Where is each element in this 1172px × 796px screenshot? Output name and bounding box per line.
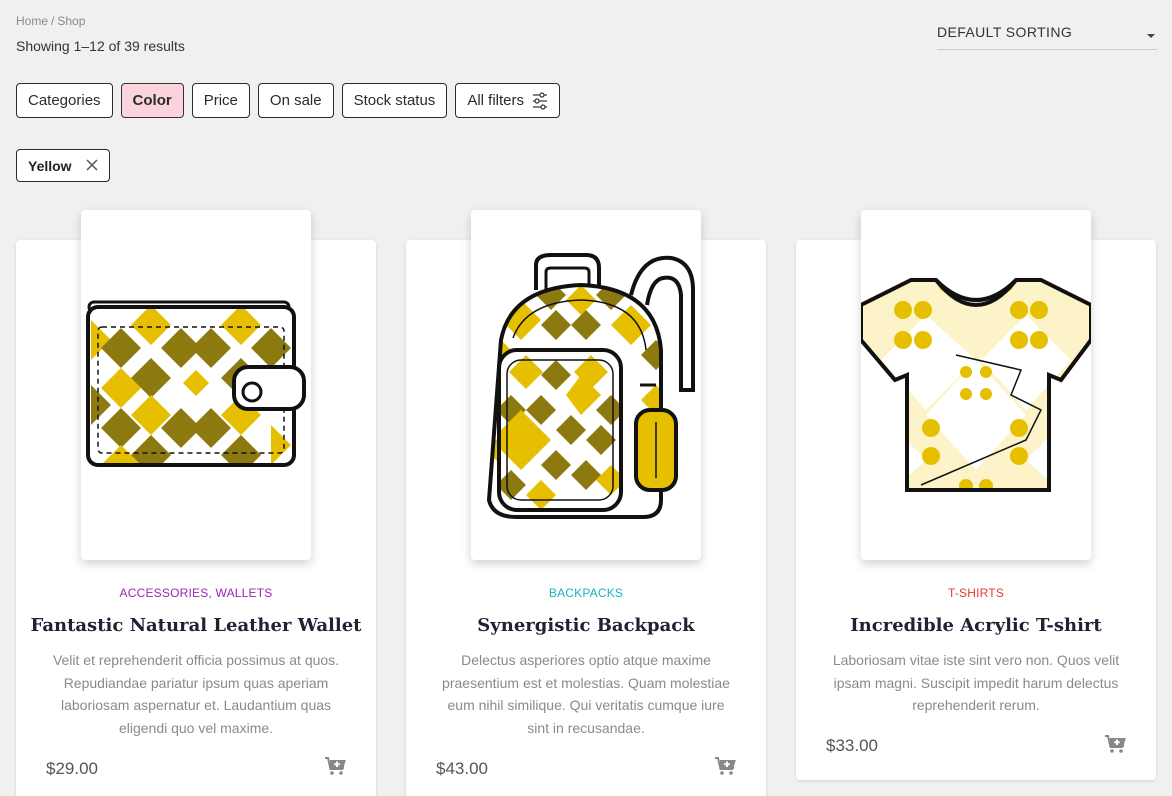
filter-label: Price bbox=[203, 92, 238, 109]
filter-color-button[interactable]: Color bbox=[120, 83, 184, 118]
filter-bar: Categories Color Price On sale Stock sta… bbox=[16, 83, 560, 118]
add-to-cart-icon[interactable] bbox=[324, 756, 346, 776]
add-to-cart-icon[interactable] bbox=[714, 756, 736, 776]
sorting-selected-value: DEFAULT SORTING bbox=[937, 24, 1073, 40]
sliders-icon bbox=[533, 91, 547, 110]
chevron-down-icon bbox=[1147, 34, 1155, 38]
filter-label: All filters bbox=[467, 92, 524, 109]
tshirt-image[interactable] bbox=[861, 210, 1091, 560]
breadcrumb-current: Shop bbox=[57, 14, 86, 28]
product-description: Laboriosam vitae iste sint vero non. Quo… bbox=[832, 652, 1120, 713]
active-filter-chip: Yellow bbox=[16, 149, 110, 182]
breadcrumb-separator: / bbox=[51, 14, 55, 28]
filter-stock-status-button[interactable]: Stock status bbox=[341, 83, 448, 118]
filter-label: Color bbox=[132, 92, 172, 109]
filter-on-sale-button[interactable]: On sale bbox=[257, 83, 334, 118]
product-card[interactable]: ACCESSORIES, WALLETS Fantastic Natural L… bbox=[16, 210, 376, 796]
breadcrumb-home-link[interactable]: Home bbox=[16, 14, 48, 28]
filter-label: Categories bbox=[28, 92, 101, 109]
product-name[interactable]: Synergistic Backpack bbox=[406, 615, 766, 636]
product-name[interactable]: Incredible Acrylic T-shirt bbox=[796, 615, 1156, 636]
add-to-cart-icon[interactable] bbox=[1104, 734, 1126, 754]
filter-price-button[interactable]: Price bbox=[191, 83, 250, 118]
product-description: Velit et reprehenderit officia possimus … bbox=[52, 652, 340, 736]
product-price: $43.00 bbox=[436, 759, 488, 778]
product-category[interactable]: BACKPACKS bbox=[406, 586, 766, 600]
wallet-image[interactable] bbox=[81, 210, 311, 560]
product-category[interactable]: T-SHIRTS bbox=[796, 586, 1156, 600]
all-filters-button[interactable]: All filters bbox=[455, 83, 560, 118]
results-count: Showing 1–12 of 39 results bbox=[16, 38, 185, 54]
product-name[interactable]: Fantastic Natural Leather Wallet bbox=[16, 615, 376, 636]
close-icon[interactable] bbox=[85, 158, 99, 172]
product-description: Delectus asperiores optio atque maxime p… bbox=[442, 652, 730, 736]
filter-label: Stock status bbox=[353, 92, 436, 109]
backpack-image[interactable] bbox=[471, 210, 701, 560]
product-category[interactable]: ACCESSORIES, WALLETS bbox=[16, 586, 376, 600]
product-price: $29.00 bbox=[46, 759, 98, 778]
product-card[interactable]: BACKPACKS Synergistic Backpack Delectus … bbox=[406, 210, 766, 796]
filter-categories-button[interactable]: Categories bbox=[16, 83, 113, 118]
breadcrumb: Home / Shop bbox=[16, 14, 85, 28]
product-price: $33.00 bbox=[826, 736, 878, 755]
filter-label: On sale bbox=[269, 92, 322, 109]
sorting-select[interactable]: DEFAULT SORTING bbox=[937, 24, 1157, 50]
chip-label: Yellow bbox=[28, 157, 72, 174]
product-card[interactable]: T-SHIRTS Incredible Acrylic T-shirt Labo… bbox=[796, 210, 1156, 780]
